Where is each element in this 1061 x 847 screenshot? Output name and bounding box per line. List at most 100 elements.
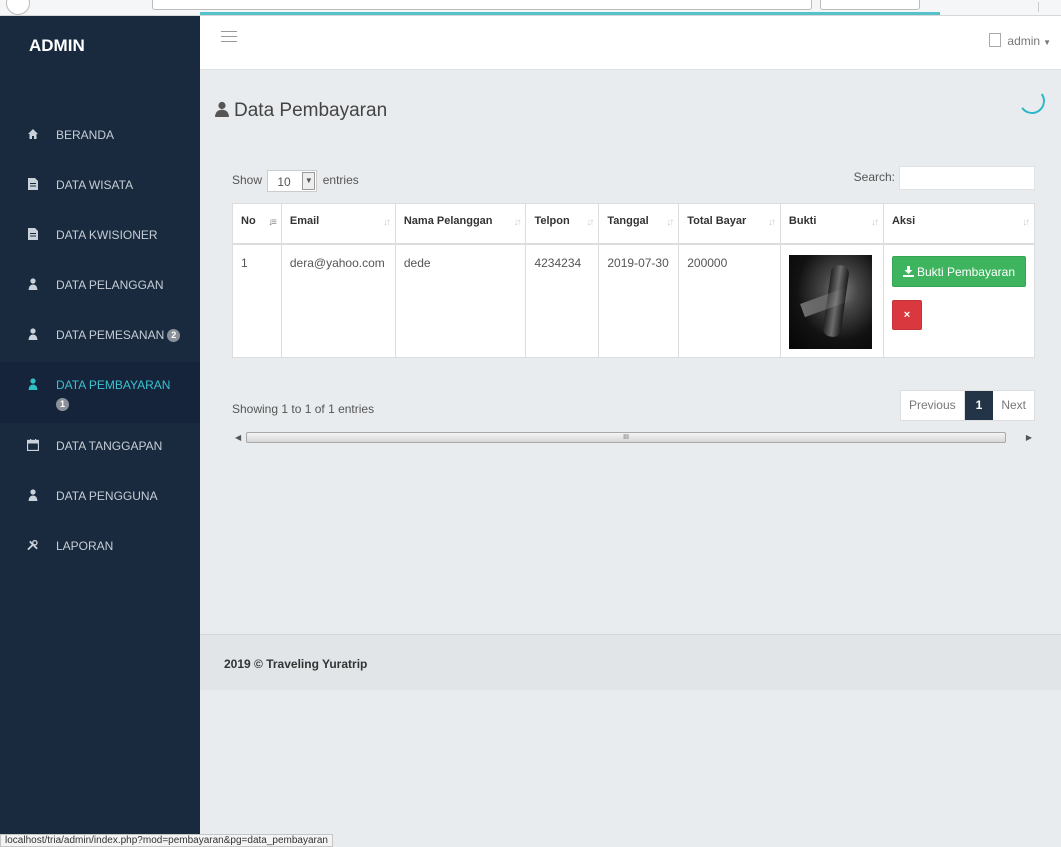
scroll-left-icon[interactable]: ◀: [235, 433, 241, 442]
user-avatar: [989, 33, 1002, 47]
sort-icon: ↓↑: [513, 217, 521, 228]
file-icon: [27, 227, 39, 241]
column-header-tanggal[interactable]: Tanggal ↓↑: [598, 203, 680, 245]
sidebar-item-laporan[interactable]: LAPORAN: [0, 523, 200, 573]
sidebar-item-label: LAPORAN: [56, 539, 114, 553]
sidebar-item-data-pelanggan[interactable]: DATA PELANGGAN: [0, 262, 200, 312]
caret-down-icon: ▼: [1043, 38, 1051, 47]
calendar-icon: [27, 438, 39, 452]
cell-bukti: [779, 243, 884, 358]
cell-telpon: 4234234: [525, 243, 600, 358]
table-row: 1 dera@yahoo.com dede 4234234 2019-07-30…: [232, 243, 1036, 358]
entries-length-control: Show 10 ▼ entries: [232, 170, 359, 192]
pagination-page-1[interactable]: 1: [964, 391, 994, 420]
table-search: Search:: [854, 166, 1035, 190]
cell-total-bayar: 200000: [678, 243, 781, 358]
page-load-progress: [200, 12, 940, 15]
sidebar-item-label: DATA TANGGAPAN: [56, 439, 163, 453]
column-header-bukti[interactable]: Bukti ↓↑: [779, 203, 884, 245]
download-icon: [902, 265, 914, 277]
cell-email: dera@yahoo.com: [280, 243, 396, 358]
pagination: Previous 1 Next: [899, 390, 1035, 421]
cell-aksi: Bukti Pembayaran ×: [882, 243, 1036, 358]
sidebar-item-label: DATA KWISIONER: [56, 228, 158, 242]
browser-back-button[interactable]: [6, 0, 30, 15]
sidebar-item-label: DATA PELANGGAN: [56, 278, 164, 292]
tools-icon: [27, 538, 39, 552]
column-header-email[interactable]: Email ↓↑: [280, 203, 396, 245]
entries-label: entries: [322, 173, 359, 188]
page-title: Data Pembayaran: [214, 100, 387, 122]
loading-spinner-icon: [1016, 85, 1048, 117]
brand-title: ADMIN: [29, 36, 85, 55]
menu-toggle-icon[interactable]: [221, 31, 237, 43]
pagination-next[interactable]: Next: [993, 391, 1034, 420]
sidebar-item-label: DATA PENGGUNA: [56, 489, 158, 503]
entries-select[interactable]: 10 ▼: [267, 170, 318, 192]
browser-toolbar: [0, 0, 1061, 16]
home-icon: [27, 127, 39, 141]
sidebar: ADMIN BERANDA DATA WISATA DATA KWISIONER…: [0, 16, 200, 847]
sort-icon: ↓↑: [666, 217, 674, 228]
sidebar-item-label: DATA WISATA: [56, 178, 134, 192]
sort-icon: ↓↑: [586, 217, 594, 228]
browser-separator: [1038, 2, 1039, 12]
sidebar-item-data-pemesanan[interactable]: DATA PEMESANAN 2: [0, 312, 200, 362]
column-header-aksi[interactable]: Aksi ↓↑: [882, 203, 1036, 245]
browser-status-url: localhost/tria/admin/index.php?mod=pemba…: [0, 834, 333, 847]
show-label: Show: [232, 173, 263, 188]
search-input[interactable]: [899, 166, 1035, 190]
payment-proof-thumbnail[interactable]: [788, 254, 872, 349]
column-header-telpon[interactable]: Telpon ↓↑: [525, 203, 600, 245]
browser-address-bar[interactable]: [152, 0, 812, 10]
bukti-pembayaran-label: Bukti Pembayaran: [916, 264, 1015, 279]
table-info: Showing 1 to 1 of 1 entries: [232, 402, 375, 416]
scroll-right-icon[interactable]: ▶: [1026, 433, 1032, 442]
browser-search-box[interactable]: [820, 0, 920, 10]
sidebar-item-label: DATA PEMESANAN: [56, 328, 165, 342]
top-navbar: admin ▼: [200, 16, 1061, 70]
count-badge: 1: [56, 398, 69, 411]
sidebar-item-data-pengguna[interactable]: DATA PENGGUNA: [0, 473, 200, 523]
sidebar-item-data-tanggapan[interactable]: DATA TANGGAPAN: [0, 423, 200, 473]
sidebar-item-label: DATA PEMBAYARAN: [56, 378, 171, 392]
cell-no: 1: [232, 243, 282, 358]
sidebar-item-data-wisata[interactable]: DATA WISATA: [0, 162, 200, 212]
sidebar-item-beranda[interactable]: BERANDA: [0, 112, 200, 162]
horizontal-scrollbar[interactable]: ◀ III ▶: [232, 430, 1035, 445]
cell-nama-pelanggan: dede: [394, 243, 527, 358]
column-header-total-bayar[interactable]: Total Bayar ↓↑: [678, 203, 781, 245]
sort-icon: ↓↑: [1022, 217, 1030, 228]
user-icon: [27, 277, 39, 291]
scrollbar-thumb[interactable]: III: [246, 432, 1006, 443]
user-icon: [27, 488, 39, 502]
payments-table: No ↓≡ Email ↓↑ Nama Pelanggan ↓↑ Telpon ↓↑ T…: [232, 203, 1036, 358]
entries-select-value: 10: [277, 175, 291, 189]
sort-icon: ↓↑: [382, 217, 391, 228]
sidebar-item-label: BERANDA: [56, 128, 115, 142]
user-icon: [214, 101, 230, 117]
column-header-no[interactable]: No ↓≡: [232, 203, 282, 245]
user-menu[interactable]: admin ▼: [989, 33, 1051, 48]
sort-icon: ↓↑: [870, 217, 879, 228]
sidebar-item-data-pembayaran[interactable]: DATA PEMBAYARAN 1: [0, 362, 200, 423]
table-header-row: No ↓≡ Email ↓↑ Nama Pelanggan ↓↑ Telpon ↓↑ T…: [232, 203, 1036, 245]
sort-asc-icon: ↓≡: [268, 217, 277, 228]
cell-tanggal: 2019-07-30: [598, 243, 680, 358]
count-badge: 2: [167, 329, 181, 342]
pagination-previous[interactable]: Previous: [901, 391, 965, 420]
user-icon: [27, 327, 39, 341]
column-header-nama-pelanggan[interactable]: Nama Pelanggan ↓↑: [394, 203, 527, 245]
user-icon: [27, 377, 39, 391]
bukti-pembayaran-button[interactable]: Bukti Pembayaran: [891, 255, 1026, 287]
sidebar-item-data-kwisioner[interactable]: DATA KWISIONER: [0, 212, 200, 262]
page-title-text: Data Pembayaran: [234, 100, 388, 121]
delete-button[interactable]: ×: [891, 299, 922, 330]
footer: 2019 © Traveling Yuratrip: [200, 634, 1061, 690]
chevron-down-icon: ▼: [302, 172, 316, 190]
file-icon: [27, 177, 39, 191]
search-label: Search:: [853, 170, 895, 185]
sort-icon: ↓↑: [767, 217, 776, 228]
sidebar-menu: BERANDA DATA WISATA DATA KWISIONER DATA …: [0, 112, 200, 573]
user-name: admin: [1007, 34, 1041, 48]
